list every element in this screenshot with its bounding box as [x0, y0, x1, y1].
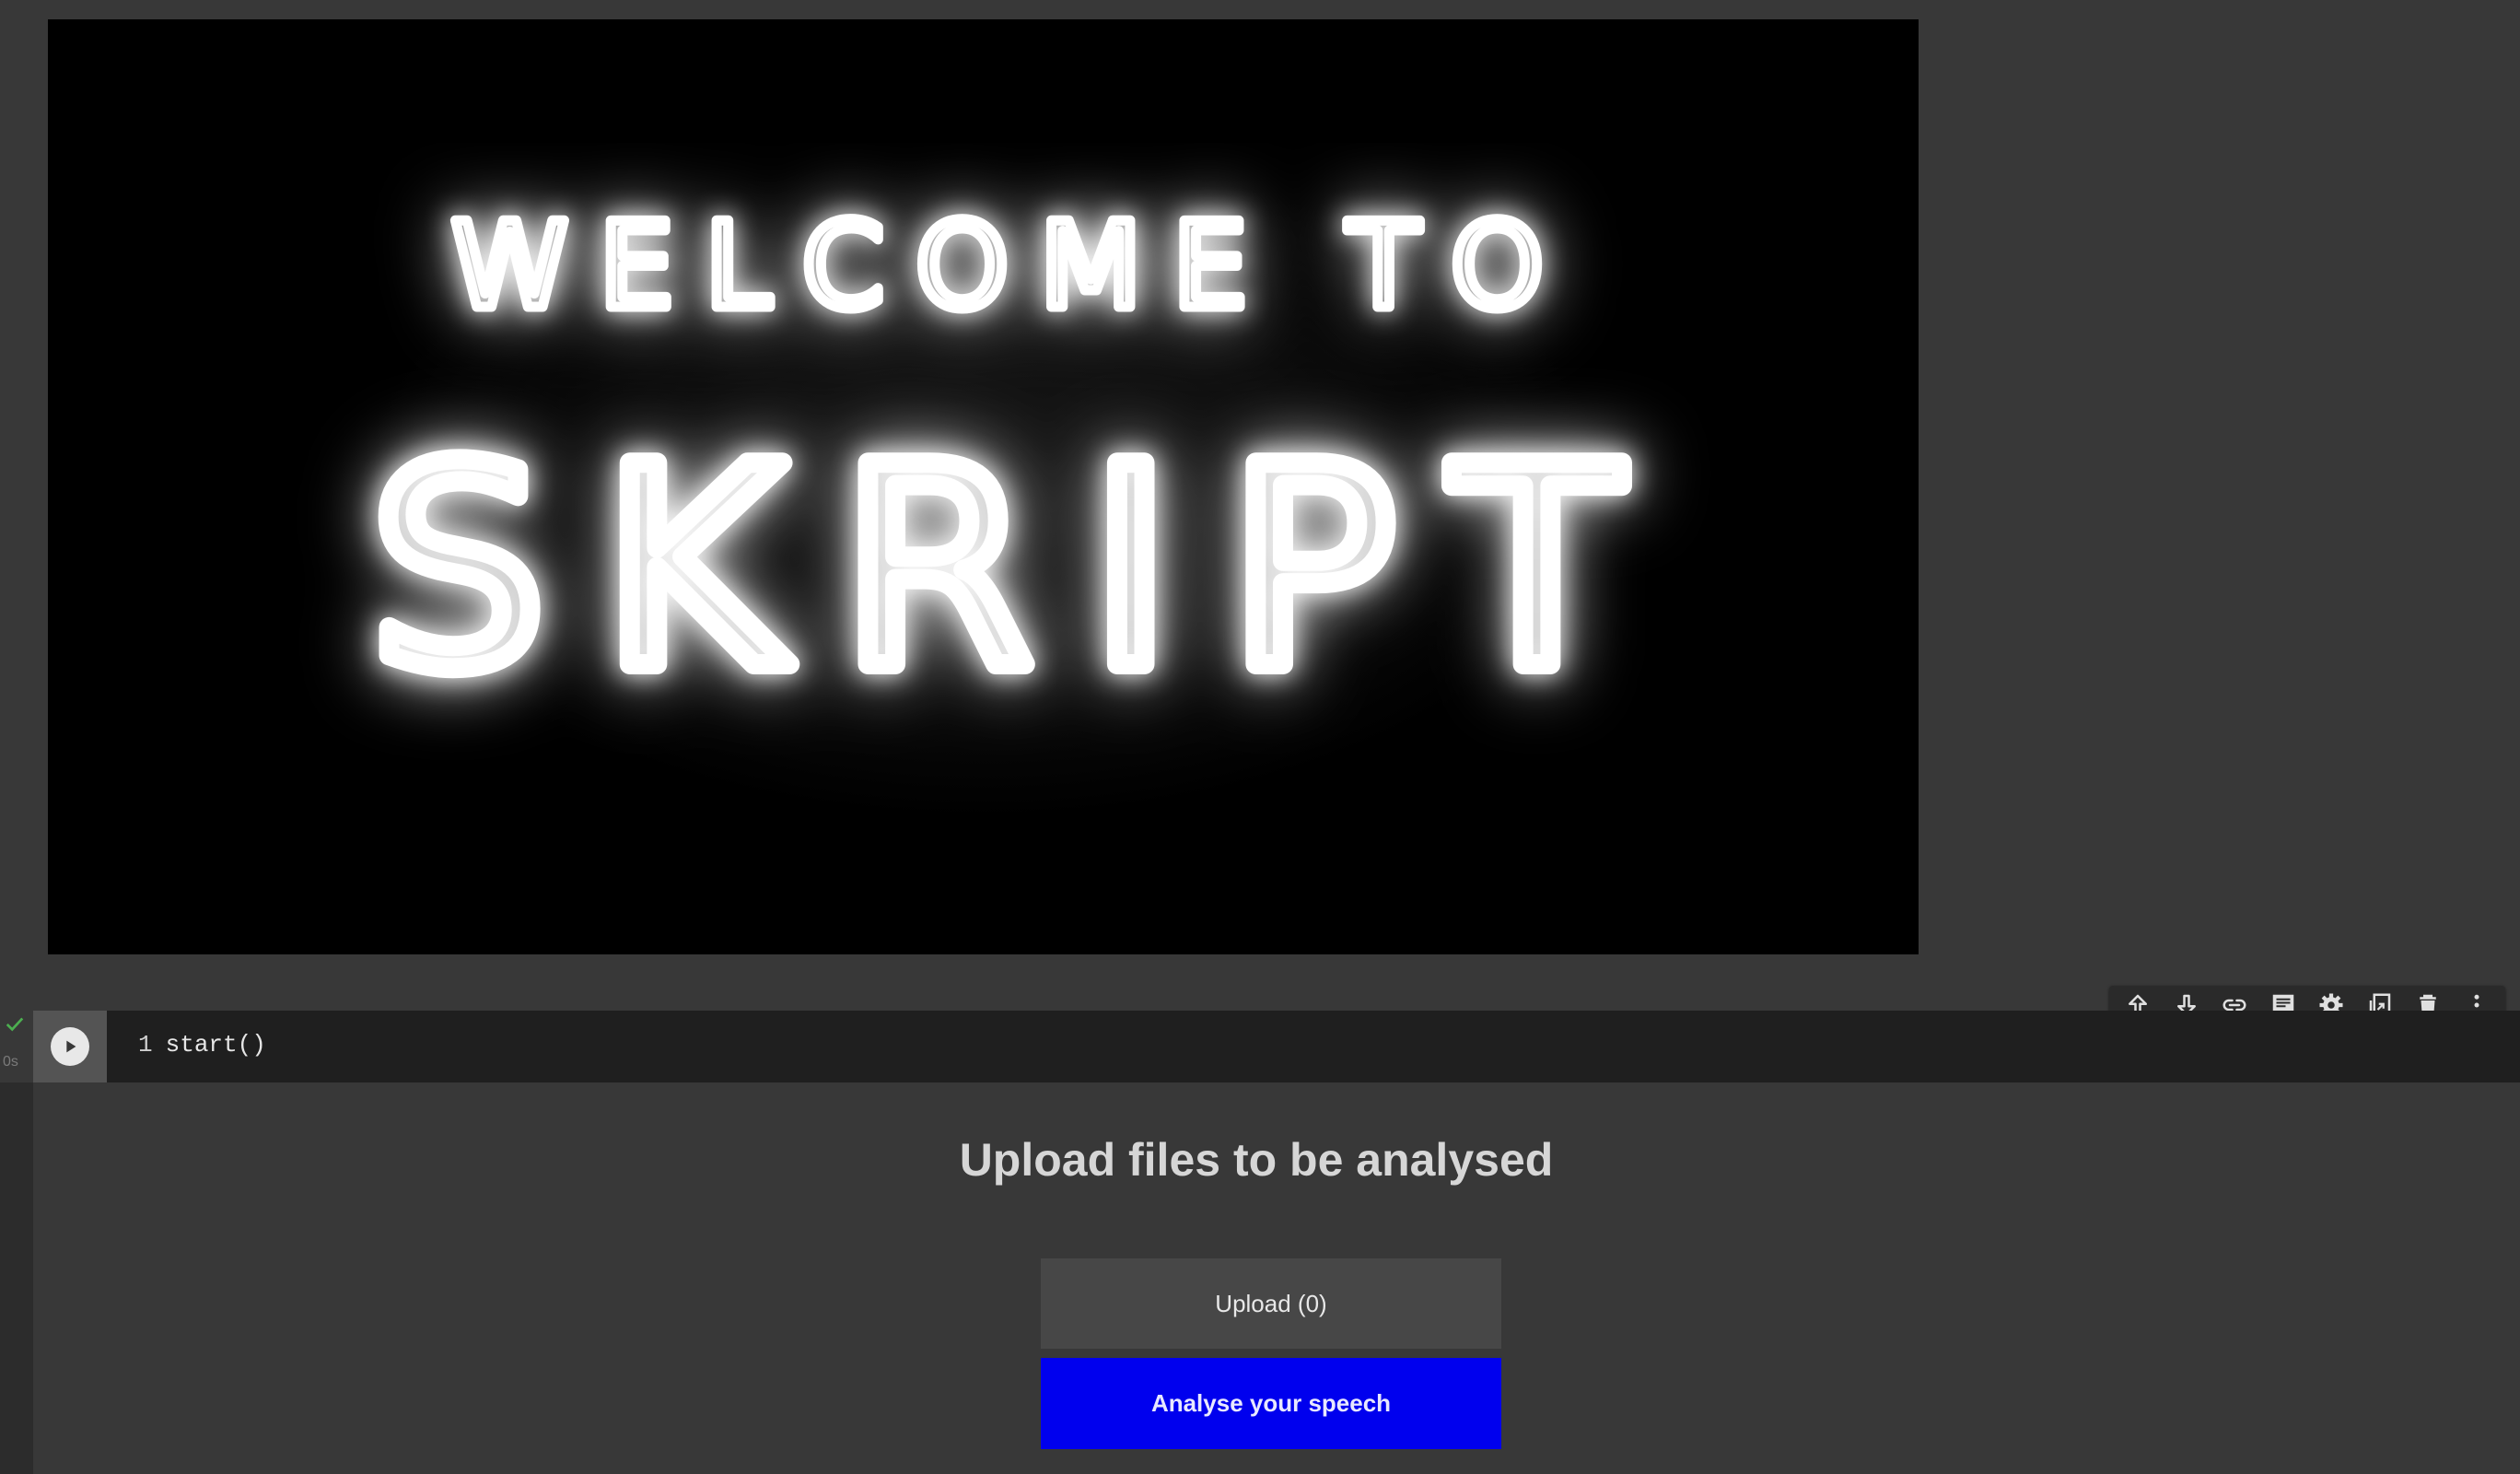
run-cell-button[interactable]: [51, 1027, 89, 1066]
cell-output: Upload files to be analysed Upload (0) A…: [33, 1082, 2520, 1474]
run-gutter: [33, 1011, 107, 1082]
analyse-speech-button[interactable]: Analyse your speech: [1041, 1358, 1501, 1449]
play-icon: [66, 1040, 76, 1053]
execution-status: 0s: [0, 1012, 31, 1070]
code-text[interactable]: start(): [166, 1031, 266, 1059]
skript-logo-text: SKRIPT: [370, 408, 1678, 730]
notebook-page: WELCOME TO SKRIPT 0s 1 start() Upload fi…: [0, 0, 2520, 1474]
welcome-banner-image: WELCOME TO SKRIPT: [48, 19, 1919, 954]
neon-logo: WELCOME TO SKRIPT: [360, 193, 1678, 741]
upload-button[interactable]: Upload (0): [1041, 1258, 1501, 1349]
check-icon: [6, 1017, 24, 1032]
code-cell[interactable]: 1 start(): [33, 1011, 2520, 1082]
upload-title: Upload files to be analysed: [959, 1134, 1554, 1186]
welcome-text: WELCOME TO: [451, 198, 1575, 335]
execution-time: 0s: [3, 1054, 18, 1070]
code-line[interactable]: 1 start(): [138, 1031, 266, 1059]
output-gutter: [0, 1082, 33, 1474]
line-number: 1: [138, 1031, 153, 1059]
